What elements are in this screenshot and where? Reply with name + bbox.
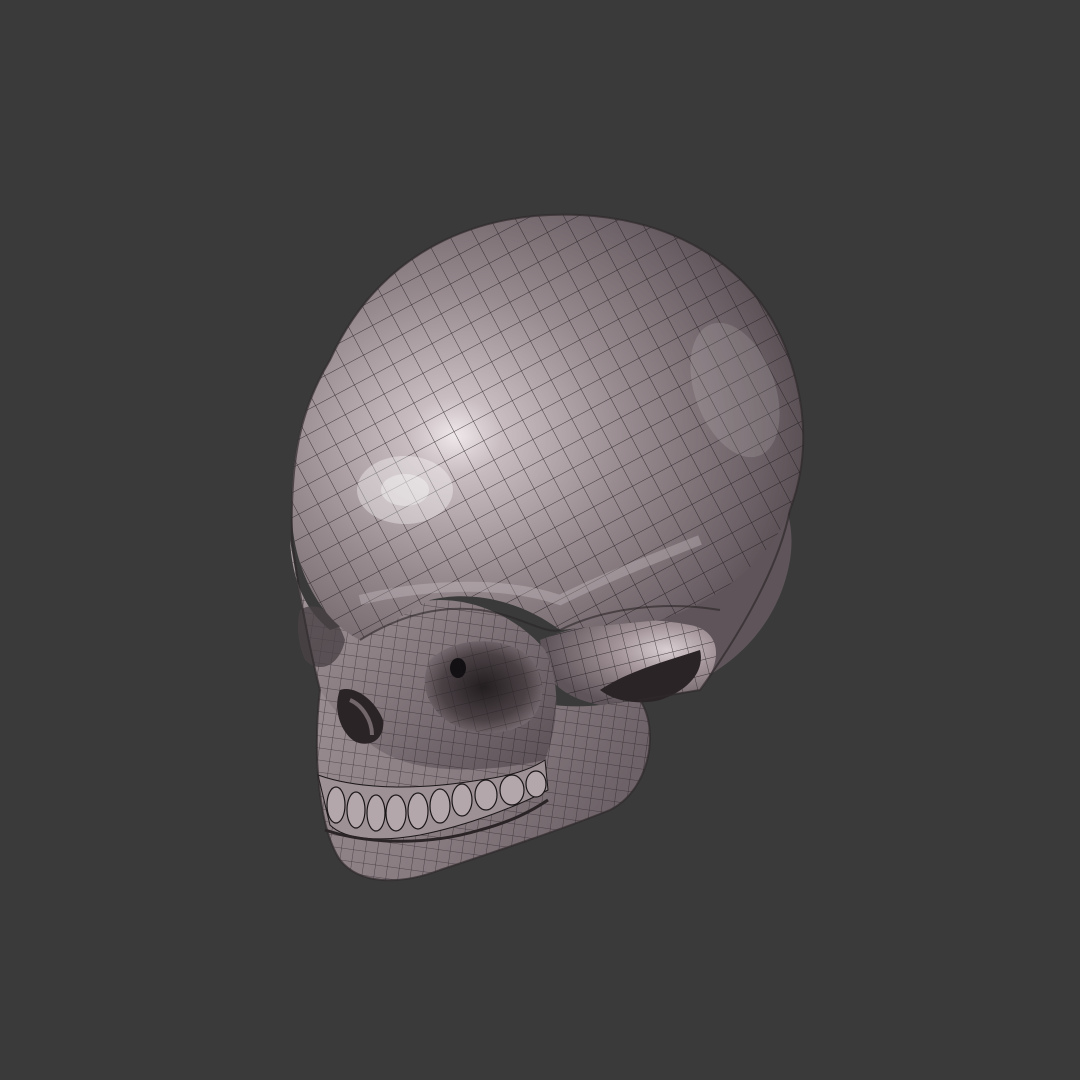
skull-render xyxy=(290,213,805,882)
3d-viewport[interactable] xyxy=(0,0,1080,1080)
